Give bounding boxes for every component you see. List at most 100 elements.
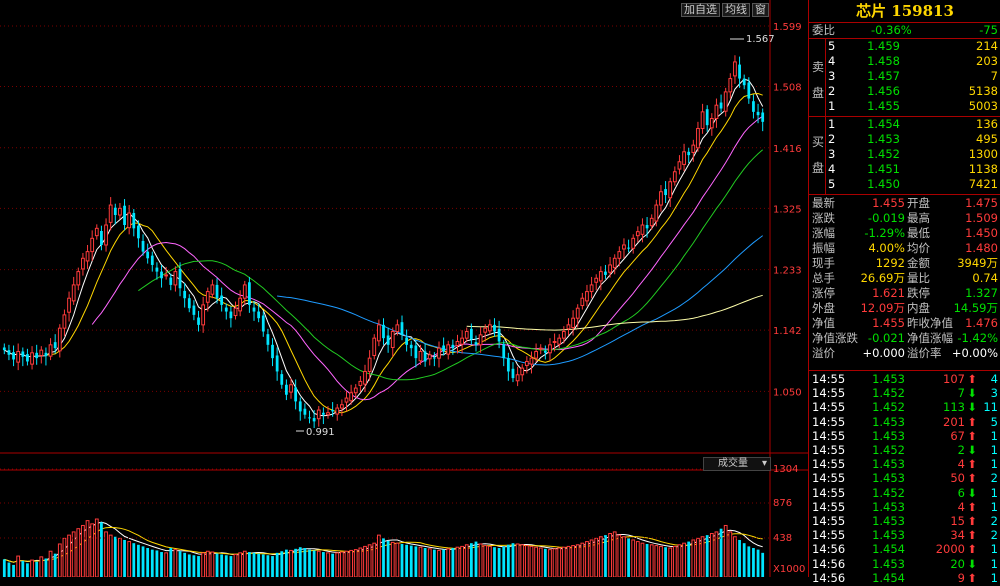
volume-bar[interactable] bbox=[640, 542, 645, 577]
volume-bar[interactable] bbox=[627, 538, 630, 577]
volume-bar[interactable] bbox=[548, 549, 552, 577]
volume-bar[interactable] bbox=[446, 548, 451, 577]
volume-bar[interactable] bbox=[723, 524, 728, 577]
candle[interactable] bbox=[44, 347, 48, 366]
volume-bar[interactable] bbox=[376, 534, 381, 577]
volume-bar[interactable] bbox=[100, 522, 103, 577]
volume-bar[interactable] bbox=[455, 546, 460, 577]
candle[interactable] bbox=[566, 318, 571, 336]
volume-bar[interactable] bbox=[192, 555, 196, 577]
volume-bar[interactable] bbox=[316, 550, 321, 577]
volume-bar[interactable] bbox=[738, 539, 741, 577]
candle[interactable] bbox=[382, 318, 385, 345]
candle[interactable] bbox=[210, 279, 215, 299]
candle[interactable] bbox=[358, 376, 363, 393]
candle[interactable] bbox=[409, 340, 413, 357]
candle[interactable] bbox=[414, 340, 418, 368]
volume-bar[interactable] bbox=[497, 548, 501, 577]
volume-bar[interactable] bbox=[137, 544, 140, 577]
candle[interactable] bbox=[233, 301, 238, 320]
volume-bar[interactable] bbox=[164, 552, 169, 577]
volume-bar[interactable] bbox=[132, 543, 136, 577]
candle[interactable] bbox=[187, 294, 191, 313]
candle[interactable] bbox=[229, 306, 233, 328]
candle[interactable] bbox=[81, 252, 85, 276]
candle[interactable] bbox=[400, 315, 404, 341]
candle[interactable] bbox=[696, 121, 700, 152]
volume-bar[interactable] bbox=[538, 547, 543, 577]
candle[interactable] bbox=[146, 243, 150, 264]
candle[interactable] bbox=[275, 347, 279, 381]
candle[interactable] bbox=[594, 274, 599, 291]
volume-bar[interactable] bbox=[432, 549, 436, 577]
volume-bar[interactable] bbox=[275, 552, 279, 577]
volume-bar[interactable] bbox=[229, 556, 233, 577]
window-button[interactable]: 窗 bbox=[752, 3, 769, 17]
volume-bar[interactable] bbox=[649, 544, 654, 577]
volume-bar[interactable] bbox=[469, 543, 473, 577]
candle[interactable] bbox=[386, 327, 390, 353]
candle[interactable] bbox=[664, 181, 667, 204]
volume-bar[interactable] bbox=[493, 547, 496, 577]
candle[interactable] bbox=[285, 379, 288, 401]
candle[interactable] bbox=[150, 251, 154, 272]
volume-bar[interactable] bbox=[756, 549, 760, 577]
volume-bar[interactable] bbox=[39, 556, 44, 577]
volume-bar[interactable] bbox=[520, 544, 525, 577]
volume-bar[interactable] bbox=[487, 545, 492, 577]
candle[interactable] bbox=[118, 203, 122, 220]
candle[interactable] bbox=[192, 300, 196, 321]
volume-bar[interactable] bbox=[353, 549, 358, 577]
candle[interactable] bbox=[39, 346, 44, 364]
candle[interactable] bbox=[183, 282, 187, 308]
volume-bar[interactable] bbox=[238, 552, 243, 577]
volume-bar[interactable] bbox=[173, 549, 178, 577]
candle[interactable] bbox=[100, 225, 103, 251]
volume-bar[interactable] bbox=[714, 531, 719, 577]
volume-bar[interactable] bbox=[160, 552, 163, 577]
volume-bar[interactable] bbox=[183, 552, 187, 577]
volume-bar[interactable] bbox=[261, 554, 265, 577]
volume-bar[interactable] bbox=[405, 544, 409, 577]
volume-bar[interactable] bbox=[589, 539, 594, 577]
volume-bar[interactable] bbox=[187, 554, 191, 577]
volume-bar[interactable] bbox=[631, 539, 636, 577]
candle[interactable] bbox=[2, 343, 6, 355]
candle[interactable] bbox=[294, 379, 298, 410]
candle[interactable] bbox=[197, 310, 200, 332]
candle[interactable] bbox=[719, 94, 723, 113]
volume-bar[interactable] bbox=[460, 545, 464, 577]
volume-bar[interactable] bbox=[612, 531, 617, 577]
volume-indicator-menu[interactable]: 成交量 ▾ bbox=[703, 457, 771, 471]
volume-bar[interactable] bbox=[252, 552, 256, 577]
candle[interactable] bbox=[127, 205, 132, 235]
volume-bar[interactable] bbox=[733, 536, 737, 577]
volume-bar[interactable] bbox=[30, 559, 34, 577]
candle[interactable] bbox=[423, 343, 427, 367]
volume-bar[interactable] bbox=[150, 549, 154, 577]
candle[interactable] bbox=[580, 292, 585, 310]
volume-bar[interactable] bbox=[205, 550, 210, 577]
volume-bar[interactable] bbox=[141, 546, 145, 577]
volume-bar[interactable] bbox=[104, 531, 108, 577]
volume-bar[interactable] bbox=[16, 555, 21, 577]
volume-bar[interactable] bbox=[608, 533, 612, 577]
volume-bar[interactable] bbox=[464, 544, 469, 577]
candle[interactable] bbox=[353, 384, 358, 399]
volume-bar[interactable] bbox=[700, 536, 705, 577]
candle[interactable] bbox=[627, 239, 630, 253]
volume-bar[interactable] bbox=[349, 549, 354, 577]
volume-bar[interactable] bbox=[483, 545, 488, 577]
volume-bar[interactable] bbox=[386, 540, 390, 577]
candle[interactable] bbox=[672, 166, 677, 186]
volume-bar[interactable] bbox=[339, 551, 344, 577]
candle[interactable] bbox=[543, 345, 547, 360]
candle[interactable] bbox=[464, 327, 469, 343]
volume-bar[interactable] bbox=[474, 541, 478, 577]
candle[interactable] bbox=[604, 264, 607, 279]
candle[interactable] bbox=[493, 318, 496, 337]
candle[interactable] bbox=[506, 352, 510, 381]
volume-bar[interactable] bbox=[94, 518, 99, 577]
candle[interactable] bbox=[85, 244, 90, 269]
candle[interactable] bbox=[709, 113, 714, 136]
